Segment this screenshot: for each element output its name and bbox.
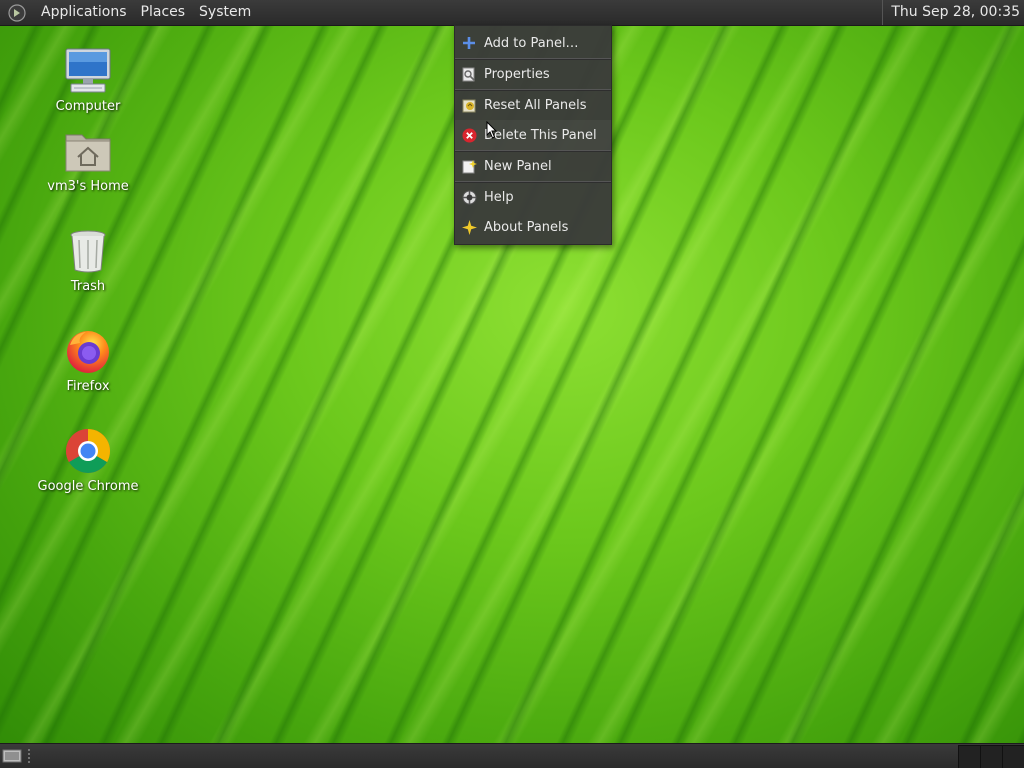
- about-icon: [461, 219, 477, 235]
- plus-icon: [461, 35, 477, 51]
- show-desktop-icon[interactable]: [2, 748, 22, 764]
- menu-item-label: Add to Panel…: [484, 35, 579, 51]
- menu-item-label: Reset All Panels: [484, 97, 587, 113]
- menu-item-label: About Panels: [484, 219, 569, 235]
- desktop-icon-label: Google Chrome: [37, 479, 139, 494]
- desktop-icon-label: Firefox: [66, 379, 110, 394]
- desktop-icon-trash[interactable]: Trash: [33, 225, 143, 294]
- desktop-icon-label: Computer: [55, 99, 121, 114]
- top-panel[interactable]: Applications Places System Thu Sep 28, 0…: [0, 0, 1024, 26]
- menu-item-help[interactable]: Help: [455, 182, 611, 212]
- desktop-icon-label: Trash: [70, 279, 106, 294]
- menu-item-label: Properties: [484, 66, 550, 82]
- menu-item-new-panel[interactable]: New Panel: [455, 151, 611, 183]
- applications-menu[interactable]: Applications: [34, 0, 134, 25]
- menu-item-about-panels[interactable]: About Panels: [455, 212, 611, 242]
- properties-icon: [461, 66, 477, 82]
- system-menu[interactable]: System: [192, 0, 258, 25]
- menu-item-label: Delete This Panel: [484, 127, 597, 143]
- desktop[interactable]: Applications Places System Thu Sep 28, 0…: [0, 0, 1024, 768]
- menu-item-delete-this-panel[interactable]: Delete This Panel: [455, 120, 611, 152]
- desktop-icon-chrome[interactable]: Google Chrome: [33, 425, 143, 494]
- bottom-panel[interactable]: [0, 743, 1024, 768]
- menu-item-add-to-panel[interactable]: Add to Panel…: [455, 28, 611, 60]
- places-menu[interactable]: Places: [134, 0, 193, 25]
- mate-logo-icon[interactable]: [8, 3, 26, 22]
- clock[interactable]: Thu Sep 28, 00:35: [882, 0, 1024, 25]
- delete-icon: [461, 127, 477, 143]
- workspace-switcher-1[interactable]: [958, 745, 981, 768]
- menu-item-properties[interactable]: Properties: [455, 59, 611, 91]
- desktop-icon-computer[interactable]: Computer: [33, 45, 143, 114]
- new-panel-icon: [461, 158, 477, 174]
- workspace-switcher-3[interactable]: [1002, 745, 1024, 768]
- mouse-cursor-icon: [486, 121, 498, 139]
- menu-item-label: Help: [484, 189, 514, 205]
- help-icon: [461, 189, 477, 205]
- desktop-icon-home[interactable]: vm3's Home: [33, 125, 143, 194]
- computer-icon: [62, 45, 114, 97]
- workspace-switcher-2[interactable]: [980, 745, 1003, 768]
- chrome-icon: [62, 425, 114, 477]
- trash-icon: [62, 225, 114, 277]
- menu-item-label: New Panel: [484, 158, 552, 174]
- reset-icon: [461, 97, 477, 113]
- home-folder-icon: [62, 125, 114, 177]
- menu-item-reset-all-panels[interactable]: Reset All Panels: [455, 90, 611, 120]
- panel-handle-icon[interactable]: [27, 748, 31, 764]
- desktop-icon-firefox[interactable]: Firefox: [33, 325, 143, 394]
- panel-context-menu[interactable]: Add to Panel… Properties Reset All Panel…: [454, 25, 612, 245]
- firefox-icon: [62, 325, 114, 377]
- desktop-icon-label: vm3's Home: [47, 179, 129, 194]
